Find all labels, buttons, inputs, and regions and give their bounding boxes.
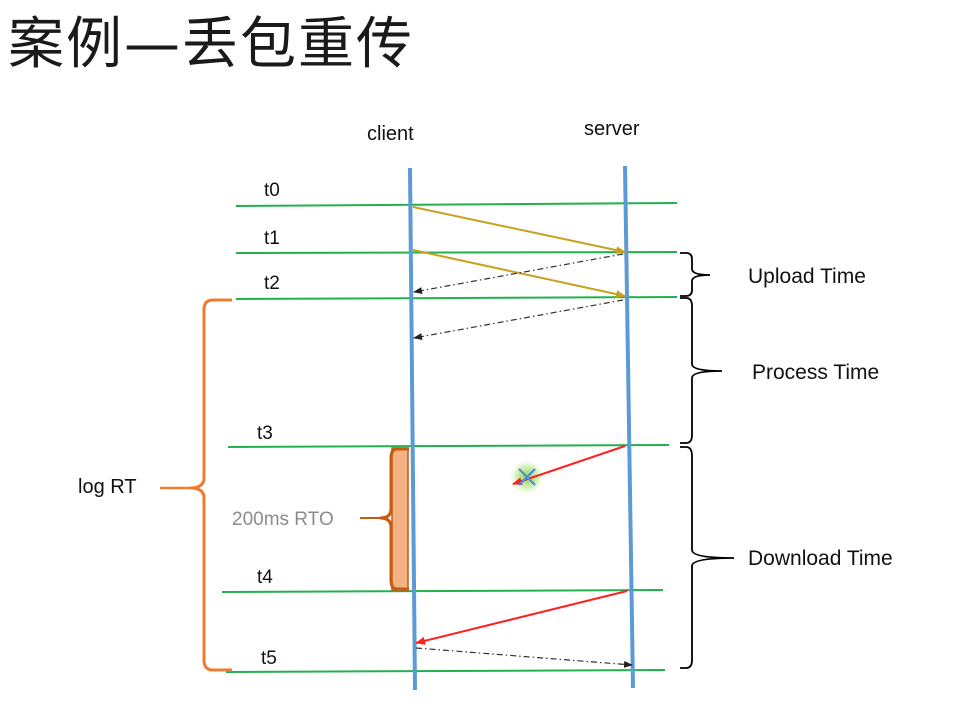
time-label-t3: t3 xyxy=(257,423,273,444)
rto-interval-bar xyxy=(391,447,409,591)
sequence-diagram xyxy=(160,165,735,691)
log-rt-label: log RT xyxy=(78,476,137,498)
upload-packet-arrow-1 xyxy=(412,206,626,255)
time-label-t5: t5 xyxy=(261,648,277,669)
server-column-label: server xyxy=(584,118,640,140)
timeline-t5 xyxy=(225,669,666,673)
download-time-label: Download Time xyxy=(748,547,893,570)
ack-arrow-2 xyxy=(413,299,624,341)
time-label-t1: t1 xyxy=(264,228,280,249)
upload-packet-arrow-2 xyxy=(412,249,626,299)
log-rt-brace xyxy=(189,298,232,672)
rto-label: 200ms RTO xyxy=(232,509,334,530)
time-label-t4: t4 xyxy=(257,567,273,588)
process-time-label: Process Time xyxy=(752,361,880,384)
timeline-t2 xyxy=(235,296,678,300)
process-time-brace xyxy=(680,297,723,444)
upload-time-brace xyxy=(680,252,711,297)
timeline-t4 xyxy=(221,589,664,593)
client-lifeline xyxy=(408,167,417,691)
server-lifeline xyxy=(623,165,635,689)
final-ack-arrow xyxy=(415,647,633,668)
retransmit-response-arrow xyxy=(415,590,628,645)
time-label-t2: t2 xyxy=(264,273,280,294)
time-label-t0: t0 xyxy=(264,180,280,201)
timeline-t3 xyxy=(227,444,670,448)
download-time-brace xyxy=(680,446,735,669)
timeline-t1 xyxy=(235,251,678,254)
upload-time-label: Upload Time xyxy=(748,265,866,288)
client-column-label: client xyxy=(367,123,414,145)
timeline-t0 xyxy=(235,202,678,207)
